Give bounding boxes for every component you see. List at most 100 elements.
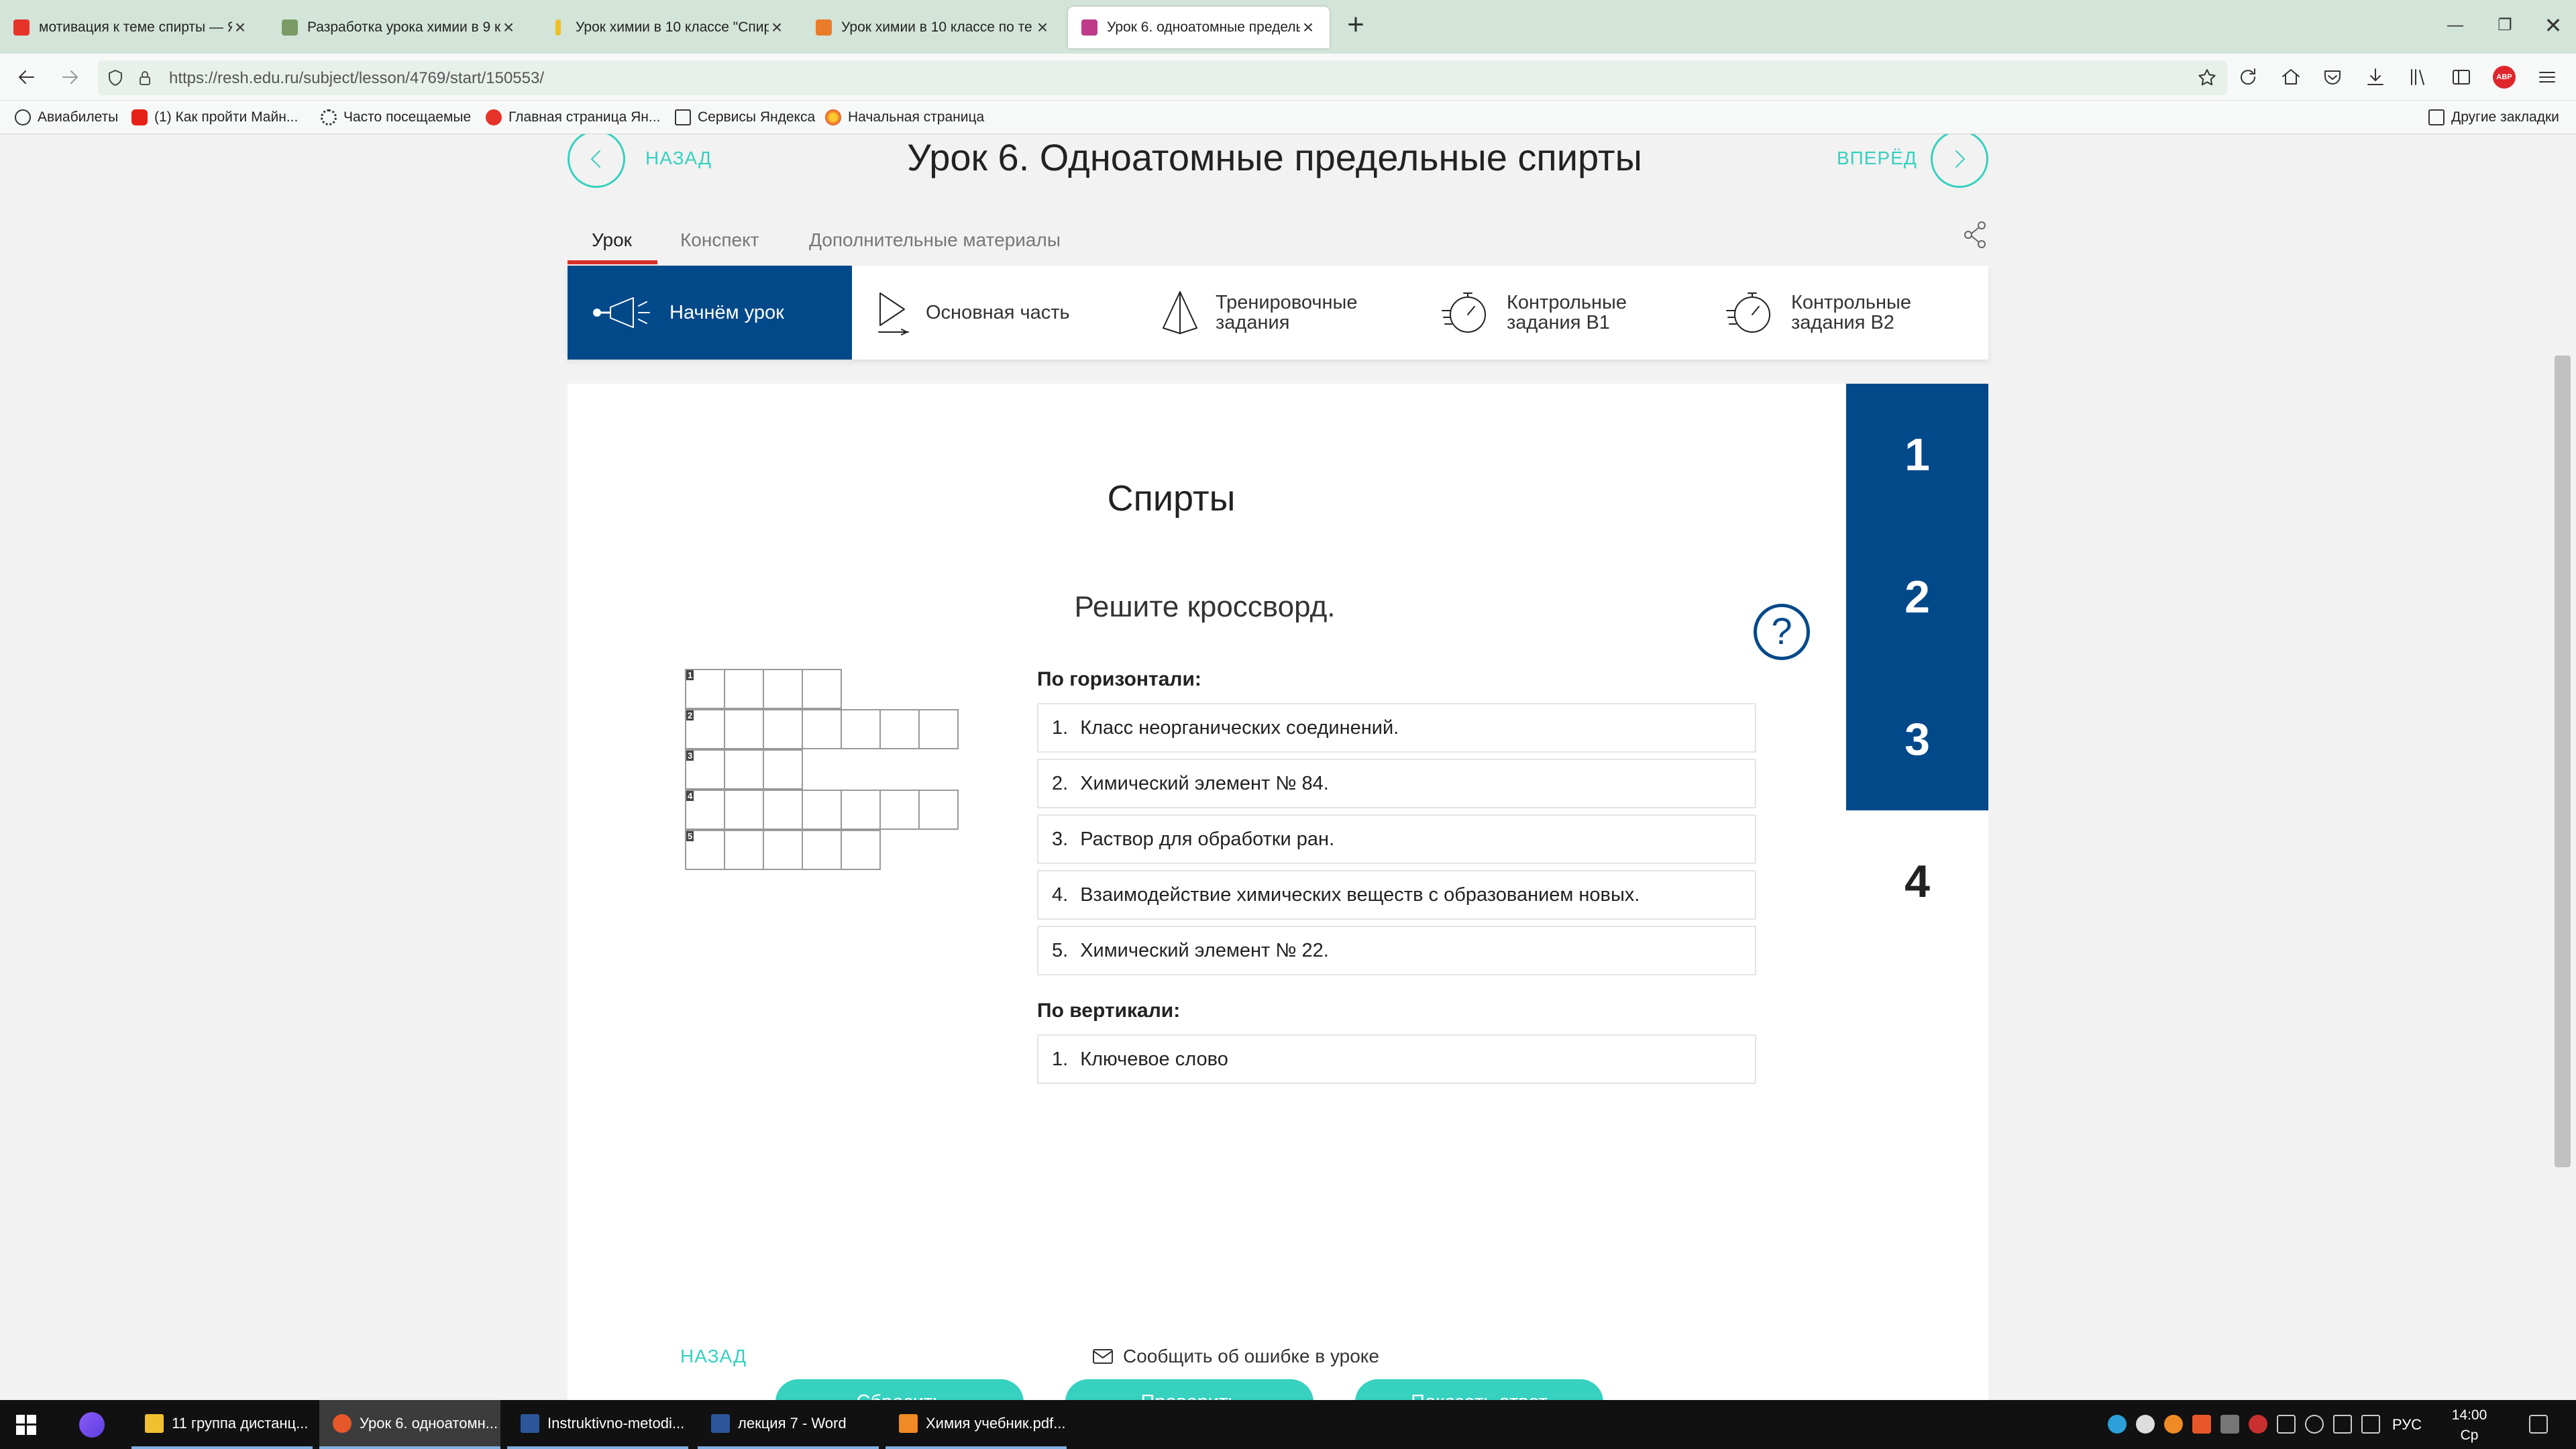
forward-arrow-icon[interactable] [56,64,83,91]
close-window-button[interactable]: ✕ [2533,7,2573,44]
adblock-icon[interactable]: ABP [2493,66,2516,89]
bookmark-item[interactable]: Часто посещаемые [321,107,471,127]
back-circle-button[interactable] [568,134,625,188]
menu-icon[interactable] [2536,66,2559,89]
crossword-cell[interactable] [724,749,764,790]
help-icon[interactable]: ? [1754,604,1810,660]
browser-tab-active[interactable]: Урок 6. одноатомные предель × [1068,7,1330,48]
crossword-cell[interactable] [841,830,881,870]
keyboard-icon[interactable] [2361,1415,2380,1434]
stage-start[interactable]: Начнём урок [568,266,852,360]
tray-app-icon[interactable] [2192,1415,2211,1434]
taskbar-app[interactable]: Химия учебник.pdf... [885,1400,1067,1449]
network-icon[interactable] [2333,1415,2352,1434]
tray-app-icon[interactable] [2249,1415,2267,1434]
reset-button[interactable]: Сбросить [775,1379,1024,1400]
new-tab-button[interactable]: + [1339,9,1373,43]
crossword-cell[interactable] [763,790,803,830]
sidebar-icon[interactable] [2450,66,2473,89]
show-answer-button[interactable]: Показать ответ [1355,1379,1603,1400]
taskbar-app-active[interactable]: Урок 6. одноатомн... [319,1400,500,1449]
stage-control-b2[interactable]: Контрольные задания В2 [1705,266,1988,360]
task-number-tab[interactable]: 3 [1846,668,1988,810]
stage-training[interactable]: Тренировочные задания [1136,266,1405,360]
close-tab-icon[interactable]: × [1300,17,1316,38]
telegram-icon[interactable] [2108,1415,2127,1434]
notifications-icon[interactable] [2529,1415,2548,1434]
bookmark-item[interactable]: Начальная страница [825,107,984,127]
crossword-cell[interactable]: 3 [685,749,725,790]
crossword-cell[interactable] [918,709,959,749]
stage-control-b1[interactable]: Контрольные задания В1 [1421,266,1705,360]
crossword-cell[interactable] [724,709,764,749]
forward-link[interactable]: ВПЕРЁД [1837,148,1917,169]
other-bookmarks[interactable]: Другие закладки [2428,107,2559,127]
browser-tab[interactable]: мотивация к теме спирты — Я × [0,7,262,48]
crossword-cell[interactable] [918,790,959,830]
crossword-cell[interactable]: 5 [685,830,725,870]
bookmark-item[interactable]: Главная страница Ян... [486,107,660,127]
crossword-cell[interactable]: 2 [685,709,725,749]
bookmark-item[interactable]: Сервисы Яндекса [675,107,815,127]
crossword-cell[interactable] [802,830,842,870]
crossword-cell[interactable] [802,790,842,830]
library-icon[interactable] [2407,66,2430,89]
tab-lesson[interactable]: Урок [592,229,632,251]
tray-app-icon[interactable] [2220,1415,2239,1434]
page-scrollbar-thumb[interactable] [2555,356,2571,1167]
browser-tab[interactable]: Разработка урока химии в 9 к × [268,7,530,48]
task-number-tab[interactable]: 1 [1846,384,1988,526]
volume-icon[interactable] [2305,1415,2324,1434]
url-bar[interactable]: https://resh.edu.ru/subject/lesson/4769/… [98,60,2227,95]
share-icon[interactable] [1962,220,1988,250]
browser-tab[interactable]: Урок химии в 10 классе по те × [802,7,1064,48]
crossword-cell[interactable] [802,669,842,709]
crossword-cell[interactable] [879,709,920,749]
crossword-cell[interactable] [841,790,881,830]
task-number-tab[interactable]: 2 [1846,526,1988,668]
crossword-cell[interactable] [763,669,803,709]
download-icon[interactable] [2364,66,2387,89]
crossword-cell[interactable]: 4 [685,790,725,830]
crossword-cell[interactable] [763,709,803,749]
taskbar-app[interactable]: лекция 7 - Word [698,1400,879,1449]
check-button[interactable]: Проверить [1065,1379,1313,1400]
forward-circle-button[interactable] [1931,134,1988,188]
crossword-cell[interactable] [763,830,803,870]
reload-icon[interactable] [2237,66,2259,89]
close-tab-icon[interactable]: × [500,17,517,38]
crossword-cell[interactable] [802,709,842,749]
windows-start-icon[interactable] [16,1415,36,1435]
crossword-cell[interactable] [724,830,764,870]
crossword-cell[interactable] [763,749,803,790]
restore-window-button[interactable]: ❐ [2485,7,2525,44]
star-bookmark-icon[interactable] [2196,67,2218,89]
taskbar-app[interactable]: 11 группа дистанц... [131,1400,313,1449]
close-tab-icon[interactable]: × [1034,17,1051,38]
tab-summary[interactable]: Конспект [680,229,759,251]
taskbar-app[interactable]: Instruktivno-metodi... [507,1400,688,1449]
report-error-link[interactable]: Сообщить об ошибке в уроке [1092,1346,1379,1367]
bottom-back-link[interactable]: НАЗАД [680,1346,747,1367]
minimize-window-button[interactable]: — [2435,7,2475,44]
close-tab-icon[interactable]: × [769,17,785,38]
yandex-tray-icon[interactable] [2136,1415,2155,1434]
crossword-cell[interactable] [724,790,764,830]
task-number-tab-current[interactable]: 4 [1846,810,1988,953]
tray-app-icon[interactable] [2164,1415,2183,1434]
alice-assistant-icon[interactable] [79,1412,105,1438]
crossword-cell[interactable]: 1 [685,669,725,709]
bookmark-item[interactable]: (1) Как пройти Майн... [131,107,298,127]
clock[interactable]: 14:00 Ср 12.10.22 [2432,1405,2506,1449]
pocket-icon[interactable] [2321,66,2344,89]
crossword-cell[interactable] [724,669,764,709]
stage-main[interactable]: Основная часть [852,266,1136,360]
bookmark-item[interactable]: Авиабилеты [15,107,118,127]
crossword-cell[interactable] [879,790,920,830]
browser-tab[interactable]: Урок химии в 10 классе "Спир × [537,7,798,48]
language-indicator[interactable]: РУС [2392,1416,2422,1434]
shield-icon[interactable] [106,68,125,87]
home-icon[interactable] [2279,66,2302,89]
lock-icon[interactable] [136,68,154,87]
close-tab-icon[interactable]: × [232,17,248,38]
